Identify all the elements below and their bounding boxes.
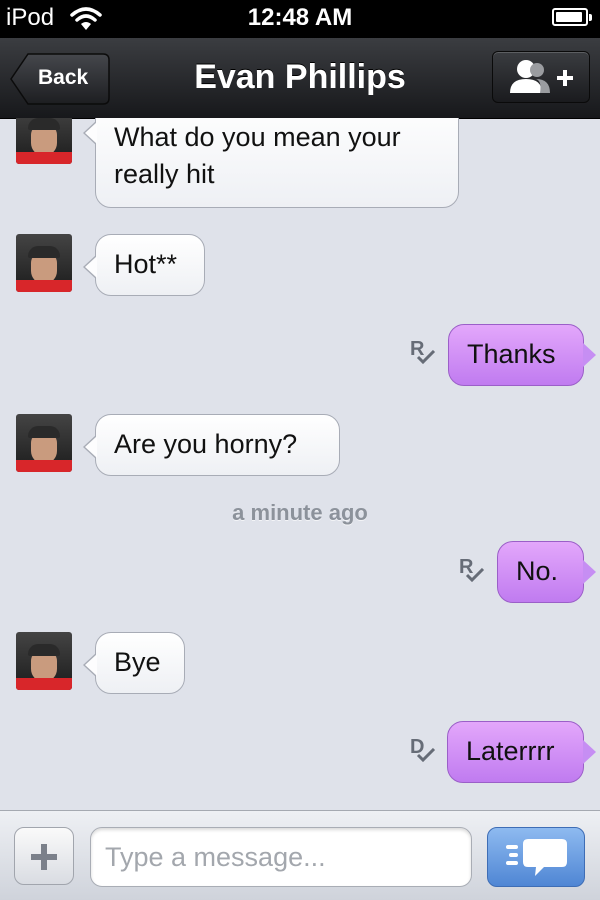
message-text: No. bbox=[516, 556, 559, 586]
outgoing-message-bubble[interactable]: No. bbox=[497, 541, 596, 603]
add-contact-button[interactable] bbox=[492, 51, 590, 103]
contact-avatar[interactable] bbox=[16, 118, 72, 164]
message-text: Laterrrr bbox=[466, 736, 555, 766]
contact-avatar[interactable] bbox=[16, 632, 72, 690]
contact-avatar[interactable] bbox=[16, 414, 72, 472]
message-thread[interactable]: What do you mean your really hit Hot** R… bbox=[0, 118, 600, 810]
message-text: What do you mean your bbox=[114, 122, 401, 152]
message-text: Bye bbox=[114, 647, 161, 677]
read-receipt: R bbox=[459, 556, 487, 586]
read-receipt: R bbox=[410, 338, 438, 368]
message-composer bbox=[0, 810, 600, 900]
plus-icon bbox=[31, 844, 57, 870]
incoming-message-bubble[interactable]: What do you mean your really hit bbox=[83, 118, 459, 208]
message-text: really hit bbox=[114, 159, 215, 189]
send-chat-icon bbox=[506, 839, 567, 876]
incoming-message-bubble[interactable]: Are you horny? bbox=[83, 414, 340, 476]
message-text: Are you horny? bbox=[114, 429, 298, 459]
status-time: 12:48 AM bbox=[247, 4, 353, 31]
delivered-receipt: D bbox=[410, 736, 438, 766]
message-text: Hot** bbox=[114, 249, 178, 279]
back-label: Back bbox=[38, 66, 89, 89]
status-bar: iPod 12:48 AM bbox=[0, 0, 600, 38]
send-button[interactable] bbox=[487, 827, 585, 887]
attach-button[interactable] bbox=[14, 827, 74, 885]
message-text: Thanks bbox=[467, 339, 556, 369]
navigation-bar: Back Evan Phillips bbox=[0, 38, 600, 119]
outgoing-message-bubble[interactable]: Laterrrr bbox=[447, 721, 596, 783]
add-contact-icon bbox=[510, 60, 573, 93]
battery-icon bbox=[552, 8, 592, 26]
incoming-message-bubble[interactable]: Bye bbox=[83, 632, 185, 694]
outgoing-message-bubble[interactable]: Thanks bbox=[448, 324, 596, 386]
contact-avatar[interactable] bbox=[16, 234, 72, 292]
conversation-title: Evan Phillips bbox=[194, 58, 406, 96]
message-timestamp: a minute ago bbox=[232, 500, 368, 525]
back-button[interactable]: Back bbox=[10, 53, 110, 105]
incoming-message-bubble[interactable]: Hot** bbox=[83, 234, 205, 296]
message-input[interactable] bbox=[90, 827, 472, 887]
